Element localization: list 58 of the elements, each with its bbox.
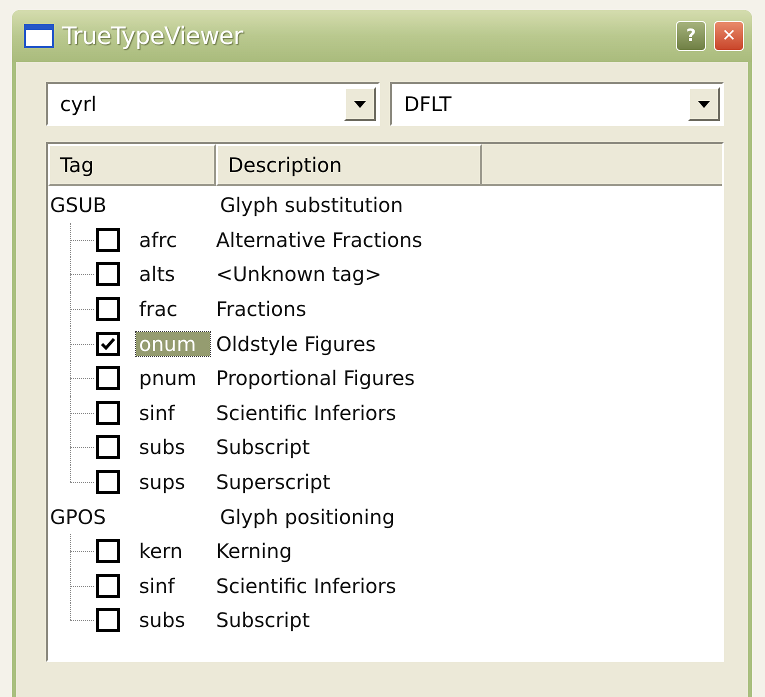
- feature-tag[interactable]: frac: [136, 297, 210, 322]
- tree-connector: [70, 430, 96, 465]
- feature-description: Subscript: [216, 435, 310, 460]
- tree-connector: [70, 396, 96, 430]
- feature-tag[interactable]: subs: [136, 435, 210, 460]
- checkbox[interactable]: [96, 262, 120, 286]
- dropdown[interactable]: DFLT: [390, 82, 724, 126]
- feature-tag[interactable]: alts: [136, 262, 210, 286]
- column-header[interactable]: Tag: [48, 144, 216, 186]
- check-icon: [101, 338, 115, 350]
- checkbox[interactable]: [96, 366, 120, 390]
- dropdown[interactable]: cyrl: [46, 82, 380, 126]
- feature-description: Subscript: [216, 608, 310, 632]
- group-tag[interactable]: GPOS: [48, 504, 220, 529]
- feature-tag[interactable]: sups: [136, 470, 210, 494]
- caret-icon: [354, 100, 366, 108]
- checkbox[interactable]: [96, 297, 120, 322]
- tree-connector: [70, 257, 96, 292]
- checkbox[interactable]: [96, 539, 120, 564]
- feature-description: Fractions: [216, 297, 306, 322]
- checkbox[interactable]: [96, 400, 120, 425]
- tree-connector: [70, 360, 96, 396]
- dropdown-value: cyrl: [60, 92, 98, 116]
- feature-tag[interactable]: subs: [136, 608, 210, 632]
- checkbox[interactable]: [96, 470, 120, 494]
- tree-connector: [70, 534, 96, 569]
- feature-description: <Unknown tag>: [216, 262, 382, 286]
- group-tag[interactable]: GSUB: [48, 193, 220, 218]
- window-icon: [24, 24, 54, 48]
- feature-tag[interactable]: sinf: [136, 574, 210, 598]
- caret-icon: [698, 100, 710, 108]
- checkbox[interactable]: [96, 332, 120, 356]
- dropdown-button[interactable]: [344, 87, 376, 121]
- group-description: Glyph positioning: [220, 504, 395, 529]
- checkbox[interactable]: [96, 608, 120, 632]
- tree-connector: [70, 326, 96, 361]
- window-title: TrueTypeViewer: [62, 22, 244, 50]
- feature-tag[interactable]: afrc: [136, 228, 210, 252]
- group-description: Glyph substitution: [220, 193, 404, 218]
- checkbox[interactable]: [96, 228, 120, 252]
- column-header[interactable]: Description: [216, 144, 482, 186]
- dropdown-button[interactable]: [688, 87, 720, 121]
- feature-description: Scientific Inferiors: [216, 574, 396, 598]
- checkbox[interactable]: [96, 574, 120, 598]
- feature-description: Kerning: [216, 539, 292, 564]
- feature-description: Scientific Inferiors: [216, 400, 396, 425]
- tree-connector: [70, 292, 96, 326]
- feature-tag[interactable]: pnum: [136, 366, 210, 390]
- dropdown-value: DFLT: [404, 92, 453, 116]
- checkbox[interactable]: [96, 435, 120, 460]
- feature-tag[interactable]: kern: [136, 539, 210, 564]
- feature-description: Oldstyle Figures: [216, 332, 376, 356]
- feature-description: Proportional Figures: [216, 366, 415, 390]
- tree-connector: [70, 568, 96, 604]
- feature-description: Alternative Fractions: [216, 228, 422, 252]
- feature-tag[interactable]: sinf: [136, 400, 210, 425]
- tree-connector: [70, 222, 96, 258]
- feature-description: Superscript: [216, 470, 330, 494]
